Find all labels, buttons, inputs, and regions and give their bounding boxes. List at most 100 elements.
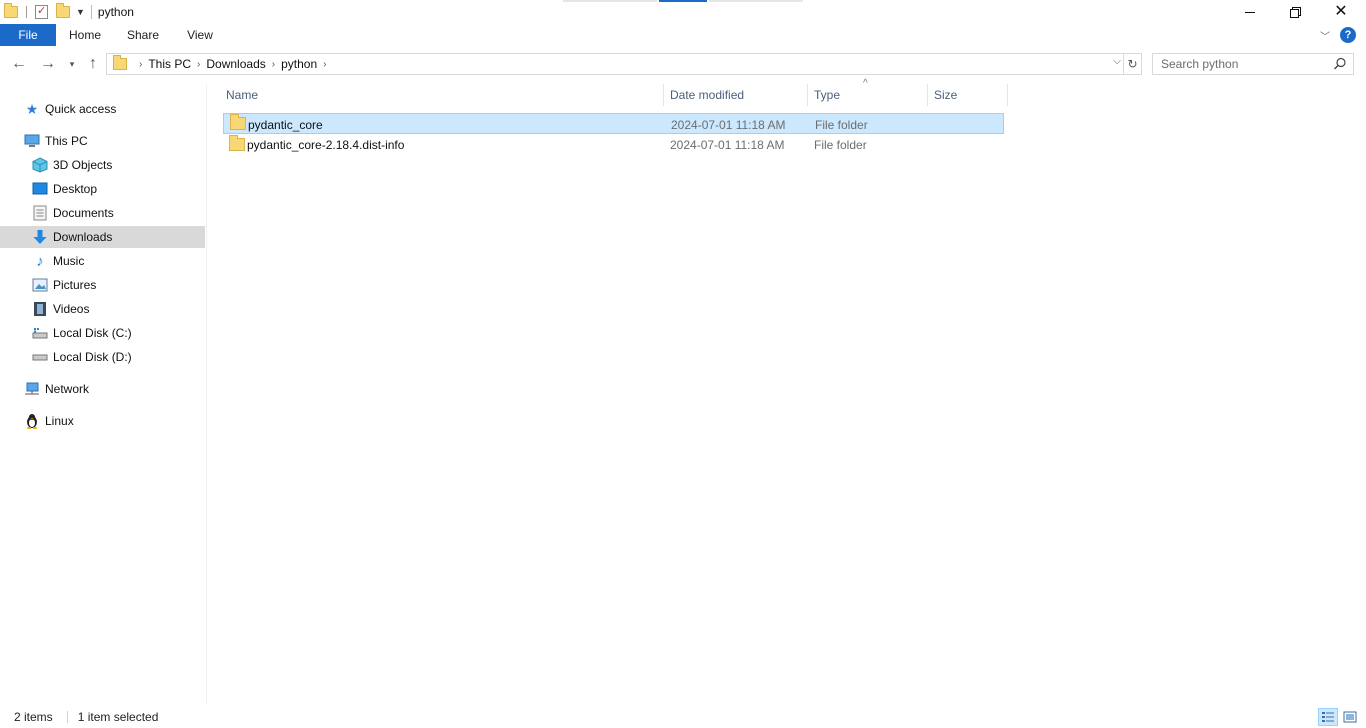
sidebar-item-label: Network (45, 382, 90, 396)
picture-icon (32, 277, 48, 293)
sidebar-item-downloads[interactable]: Downloads (0, 226, 205, 248)
divider (66, 711, 68, 723)
forward-arrow-icon: → (40, 55, 56, 72)
tab-share[interactable]: Share (120, 24, 166, 46)
column-header-type[interactable]: Type (808, 84, 928, 106)
breadcrumb-separator-icon[interactable]: › (272, 59, 275, 70)
column-header-date-modified[interactable]: Date modified (664, 84, 808, 106)
address-history-chevron-icon[interactable]: ⌵ (1113, 56, 1121, 67)
folder-icon (4, 3, 18, 18)
drive-icon (32, 349, 48, 365)
sidebar-item-music[interactable]: ♪ Music (0, 250, 205, 272)
ribbon: File Home Share View ﹀ ? (0, 24, 1366, 46)
navigation-bar: ← → ▾ ↑ › This PC › Downloads › python ›… (0, 50, 1366, 78)
file-type: File folder (815, 117, 868, 132)
file-date-modified: 2024-07-01 11:18 AM (670, 137, 785, 152)
sidebar-item-label: Desktop (53, 182, 98, 196)
sort-ascending-icon: ^ (863, 78, 868, 89)
star-icon: ★ (25, 100, 39, 117)
folder-icon (229, 135, 245, 151)
breadcrumb-separator-icon[interactable]: › (323, 59, 326, 70)
folder-icon (113, 55, 127, 70)
refresh-button[interactable]: ↻ (1124, 53, 1142, 75)
close-button[interactable]: ✕ (1318, 0, 1364, 24)
minimize-icon (1245, 11, 1255, 13)
file-date-modified: 2024-07-01 11:18 AM (671, 117, 786, 132)
column-header-size[interactable]: Size (928, 84, 1008, 106)
restore-button[interactable] (1272, 0, 1318, 24)
ribbon-right: ﹀ ? (1320, 24, 1366, 46)
address-bar[interactable]: › This PC › Downloads › python › ⌵ (106, 53, 1124, 75)
folder-icon (230, 114, 246, 130)
search-box[interactable] (1152, 53, 1354, 75)
tab-view[interactable]: View (178, 24, 222, 46)
new-folder-icon[interactable] (56, 3, 70, 18)
up-button[interactable]: ↑ (82, 53, 104, 75)
up-arrow-icon: ↑ (89, 55, 97, 72)
status-item-count: 2 items (14, 710, 53, 724)
file-row[interactable]: pydantic_core 2024-07-01 11:18 AM File f… (223, 113, 1004, 134)
breadcrumb-separator-icon[interactable]: › (197, 59, 200, 70)
sidebar-item-pictures[interactable]: Pictures (0, 274, 205, 296)
sidebar-item-label: 3D Objects (53, 158, 113, 172)
refresh-icon: ↻ (1127, 57, 1138, 71)
network-icon (24, 381, 40, 397)
sidebar-item-quick-access[interactable]: ★ Quick access (0, 98, 205, 120)
sidebar-item-label: This PC (45, 134, 88, 148)
forward-button[interactable]: → (37, 53, 59, 75)
status-selection-count: 1 item selected (77, 710, 159, 724)
close-icon: ✕ (1334, 3, 1348, 20)
status-bar: 2 items 1 item selected (0, 706, 1366, 728)
title-accent-mark (563, 0, 657, 2)
back-button[interactable]: ← (8, 53, 30, 75)
divider (26, 6, 27, 18)
document-icon (32, 205, 48, 221)
desktop-icon (32, 181, 48, 197)
sidebar-item-videos[interactable]: Videos (0, 298, 205, 320)
penguin-icon (24, 413, 40, 429)
large-icons-view-icon (1343, 711, 1357, 723)
file-row[interactable]: pydantic_core-2.18.4.dist-info 2024-07-0… (223, 134, 1004, 155)
breadcrumb-this-pc[interactable]: This PC (148, 57, 191, 71)
sidebar-item-network[interactable]: Network (0, 378, 205, 400)
file-type: File folder (814, 137, 867, 152)
file-name: pydantic_core-2.18.4.dist-info (247, 137, 405, 152)
chevron-down-icon: ▾ (69, 58, 75, 69)
search-input[interactable] (1161, 57, 1321, 71)
title-bar: ▼ python ✕ (0, 0, 1366, 24)
sidebar-item-desktop[interactable]: Desktop (0, 178, 205, 200)
sidebar-item-3d-objects[interactable]: 3D Objects (0, 154, 205, 176)
breadcrumb-downloads[interactable]: Downloads (206, 57, 265, 71)
breadcrumb-separator-icon[interactable]: › (139, 59, 142, 70)
tab-home[interactable]: Home (62, 24, 108, 46)
cube-icon (32, 157, 48, 173)
divider (90, 5, 92, 19)
sidebar-item-label: Music (53, 254, 85, 268)
sidebar-item-linux[interactable]: Linux (0, 410, 205, 432)
help-icon[interactable]: ? (1340, 27, 1356, 43)
properties-icon[interactable] (35, 4, 48, 19)
sidebar-item-label: Local Disk (D:) (53, 350, 132, 364)
sidebar-item-this-pc[interactable]: This PC (0, 130, 205, 152)
quick-access-toolbar: ▼ python (0, 0, 134, 24)
drive-icon (32, 325, 48, 341)
window-title: python (97, 5, 134, 19)
sidebar-item-label: Local Disk (C:) (53, 326, 132, 340)
sidebar-item-label: Downloads (53, 230, 113, 244)
customize-toolbar-chevron-icon[interactable]: ▼ (76, 7, 85, 17)
minimize-button[interactable] (1227, 0, 1273, 24)
navigation-pane: ★ Quick access This PC 3D Objects Deskto… (0, 84, 207, 704)
sidebar-item-local-disk-d[interactable]: Local Disk (D:) (0, 346, 205, 368)
details-view-button[interactable] (1318, 708, 1338, 726)
breadcrumb-python[interactable]: python (281, 57, 317, 71)
expand-ribbon-chevron-icon[interactable]: ﹀ (1320, 28, 1330, 43)
search-icon[interactable] (1333, 57, 1347, 71)
column-headers: Name Date modified Type ^ Size (220, 78, 1008, 106)
sidebar-item-local-disk-c[interactable]: Local Disk (C:) (0, 322, 205, 344)
sidebar-item-label: Videos (53, 302, 90, 316)
recent-locations-button[interactable]: ▾ (65, 53, 79, 75)
large-icons-view-button[interactable] (1340, 708, 1360, 726)
sidebar-item-documents[interactable]: Documents (0, 202, 205, 224)
tab-file[interactable]: File (0, 24, 56, 46)
column-header-name[interactable]: Name (220, 84, 664, 106)
